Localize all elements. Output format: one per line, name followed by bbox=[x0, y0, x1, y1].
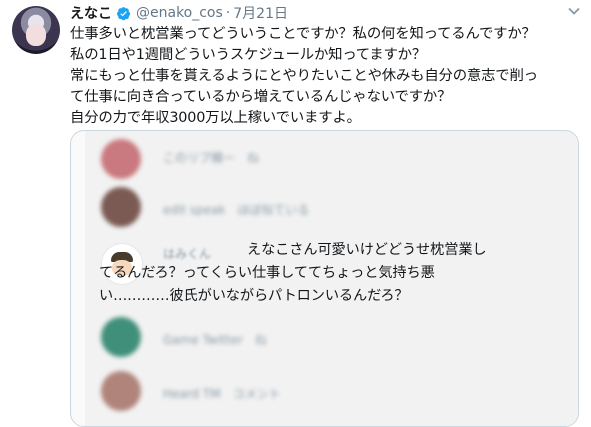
blurred-reply: このリプ欄ー ね bbox=[163, 151, 260, 165]
blurred-reply: Heard TM コメント bbox=[163, 387, 281, 401]
tweet-line: て仕事に向き合っているから増えているんじゃないですか？ bbox=[70, 89, 452, 105]
profile-avatar[interactable] bbox=[12, 6, 60, 54]
tweet-line: 自分の力で年収3000万以上稼いでいますよ。 bbox=[70, 110, 361, 126]
blurred-avatar bbox=[101, 371, 141, 411]
attached-screenshot[interactable]: このリプ欄ー ね edit speak ほぼ似ている はみくん えなこさん可愛い… bbox=[70, 130, 579, 427]
chevron-down-icon[interactable] bbox=[567, 4, 581, 18]
blurred-avatar bbox=[101, 317, 141, 357]
blurred-avatar bbox=[101, 187, 141, 227]
reply-text: えなこさん可愛いけどどうせ枕営業し てるんだろ？ってくらい仕事しててちょっと気持… bbox=[99, 239, 577, 308]
reply-line: い…………彼氏がいながらパトロンいるんだろ？ bbox=[99, 288, 409, 304]
tweet-line: 仕事多いと枕営業ってどういうことですか？私の何を知ってるんですか？ bbox=[70, 26, 536, 42]
tweet-body: 仕事多いと枕営業ってどういうことですか？私の何を知ってるんですか？ 私の1日や1… bbox=[70, 24, 585, 129]
blurred-reply: edit speak ほぼ似ている bbox=[163, 203, 310, 217]
blurred-reply: Game Twitter ね bbox=[163, 333, 267, 347]
reply-line: えなこさん可愛いけどどうせ枕営業し bbox=[247, 242, 487, 258]
tweet-header: えなこ @enako_cos · 7月21日 bbox=[70, 4, 288, 22]
blurred-avatar bbox=[101, 139, 141, 179]
tweet-line: 私の1日や1週間どういうスケジュールか知ってますか？ bbox=[70, 47, 427, 63]
verified-badge-icon bbox=[117, 6, 131, 20]
reply-line: てるんだろ？ってくらい仕事しててちょっと気持ち悪 bbox=[99, 265, 435, 281]
reply-username: はみくん bbox=[163, 247, 212, 261]
user-handle[interactable]: @enako_cos bbox=[136, 5, 223, 21]
separator-dot: · bbox=[225, 5, 231, 21]
tweet-line: 常にもっと仕事を貰えるようにとやりたいことや休みも自分の意志で削っ bbox=[70, 68, 538, 84]
tweet-date[interactable]: 7月21日 bbox=[233, 3, 288, 23]
screenshot-content: このリプ欄ー ね edit speak ほぼ似ている はみくん えなこさん可愛い… bbox=[85, 131, 578, 426]
display-name[interactable]: えなこ bbox=[70, 3, 112, 23]
